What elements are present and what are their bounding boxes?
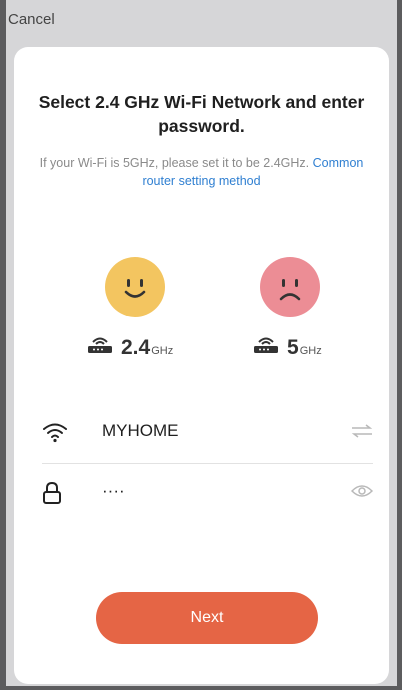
wifi-setup-card: Select 2.4 GHz Wi-Fi Network and enter p…: [14, 47, 389, 684]
sad-face-icon: [260, 257, 320, 317]
band-number: 2.4: [121, 336, 151, 359]
band-unit: GHz: [151, 345, 174, 357]
band-number: 5: [287, 336, 299, 359]
password-field[interactable]: ····: [42, 473, 374, 513]
band-5ghz: 5 GHz: [251, 337, 322, 359]
wifi-icon: [42, 421, 68, 448]
ssid-field[interactable]: MYHOME: [42, 413, 373, 453]
cancel-button[interactable]: Cancel: [8, 11, 55, 28]
page-title: Select 2.4 GHz Wi-Fi Network and enter p…: [38, 92, 365, 136]
ssid-value[interactable]: MYHOME: [102, 421, 179, 441]
password-value[interactable]: ····: [102, 481, 125, 501]
subtitle: If your Wi-Fi is 5GHz, please set it to …: [34, 154, 369, 190]
next-button[interactable]: Next: [96, 592, 318, 644]
divider: [42, 463, 373, 464]
happy-face-icon: [105, 257, 165, 317]
eye-icon[interactable]: [350, 484, 374, 503]
band-2-4ghz: 2.4 GHz: [85, 337, 173, 359]
lock-icon: [42, 481, 62, 510]
subtitle-text: If your Wi-Fi is 5GHz, please set it to …: [39, 156, 310, 170]
router-icon: [85, 334, 115, 359]
router-icon: [251, 334, 281, 359]
band-unit: GHz: [299, 345, 322, 357]
switch-network-icon[interactable]: [351, 424, 373, 443]
